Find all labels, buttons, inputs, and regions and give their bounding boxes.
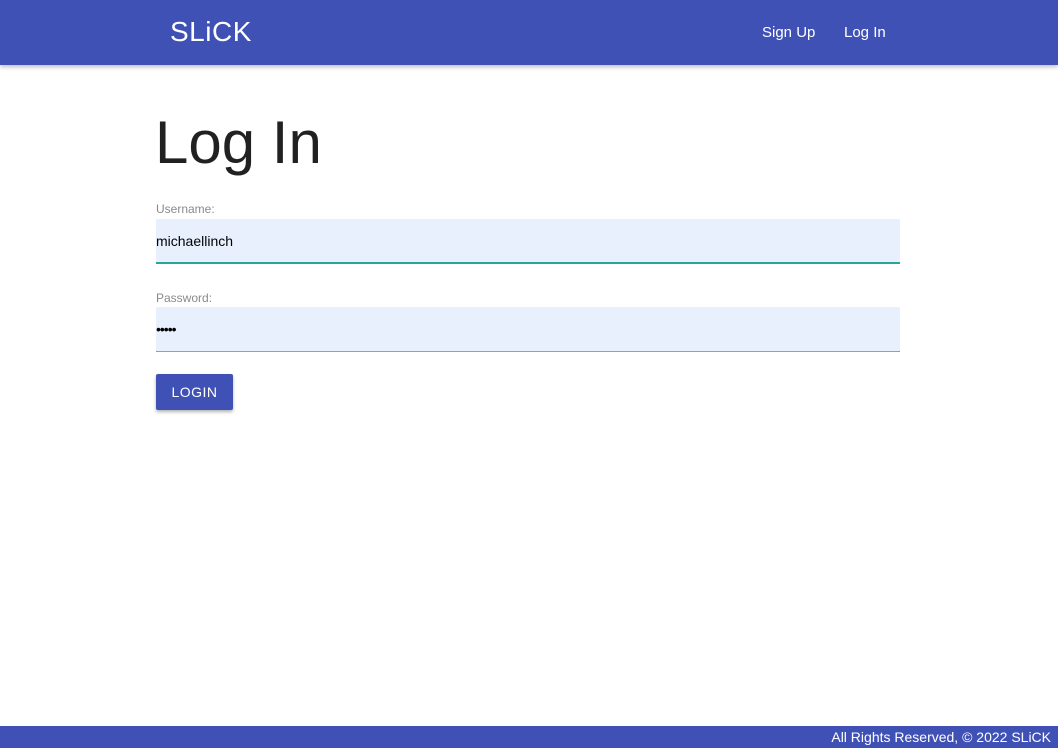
password-input[interactable]: •••••: [156, 319, 176, 339]
username-input[interactable]: [156, 219, 900, 262]
page-title: Log In: [155, 109, 322, 176]
username-label: Username:: [156, 202, 215, 216]
login-button[interactable]: LOGIN: [156, 374, 233, 410]
nav-sign-up-link[interactable]: Sign Up: [762, 22, 815, 44]
top-app-bar: SLiCK Sign Up Log In: [0, 0, 1058, 65]
footer-copyright: All Rights Reserved, © 2022 SLiCK: [831, 729, 1051, 745]
nav-log-in-link[interactable]: Log In: [844, 22, 886, 44]
password-label: Password:: [156, 291, 213, 305]
login-page: SLiCK Sign Up Log In Log In Username: Pa…: [0, 0, 1058, 748]
top-nav: Sign Up Log In: [0, 22, 1058, 44]
footer-bar: All Rights Reserved, © 2022 SLiCK: [0, 726, 1058, 748]
password-field[interactable]: •••••: [156, 307, 900, 352]
username-field[interactable]: [156, 219, 900, 264]
